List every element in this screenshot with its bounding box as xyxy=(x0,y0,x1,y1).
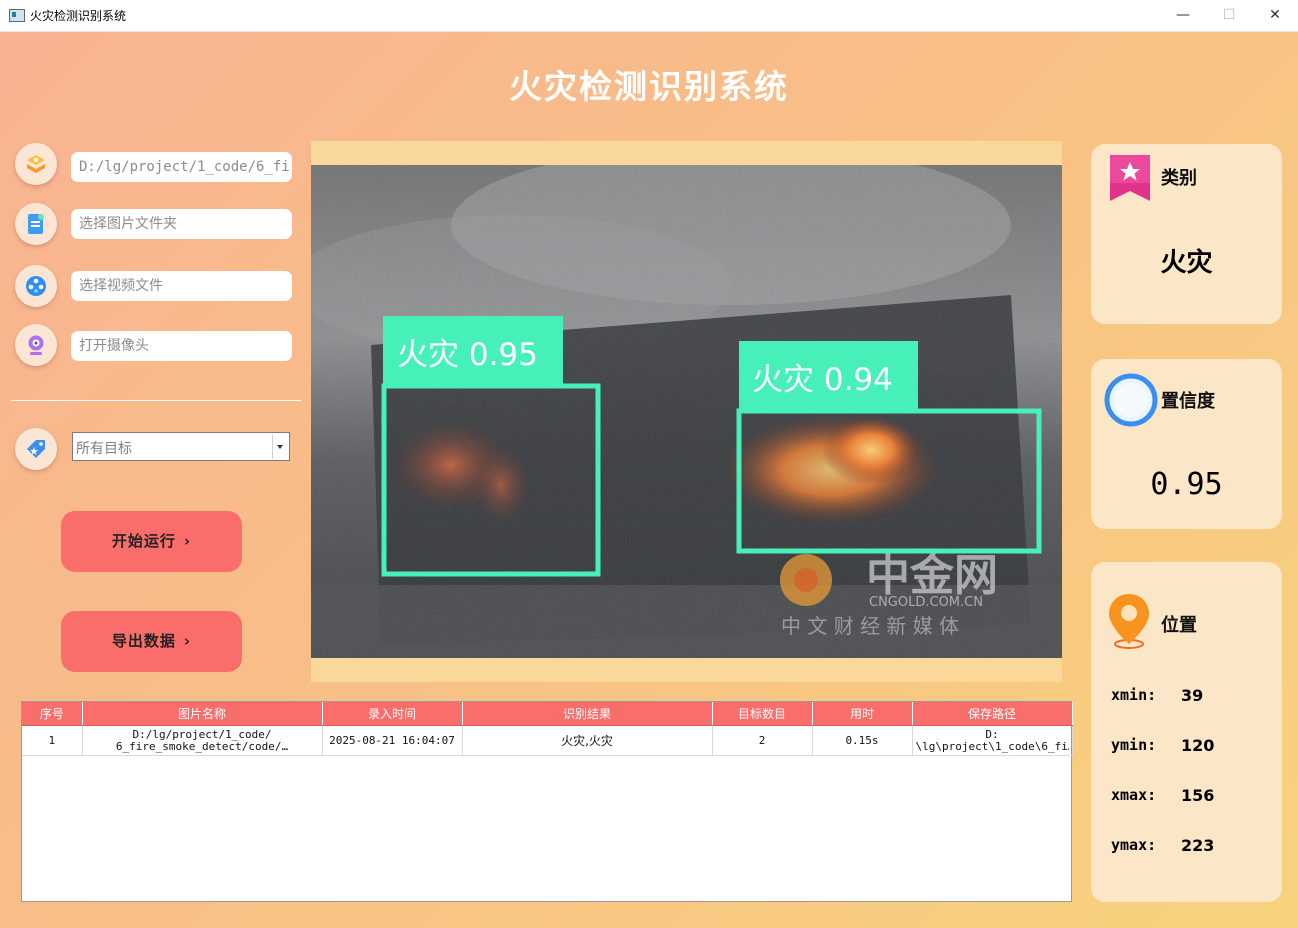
detection-label: 火灾 0.94 xyxy=(752,362,893,398)
xmin-row: xmin: 39 xyxy=(1111,686,1203,705)
close-button[interactable]: ✕ xyxy=(1252,0,1298,31)
chevron-down-icon[interactable] xyxy=(272,434,288,459)
col-header-count[interactable]: 目标数目 xyxy=(712,702,813,726)
confidence-card: 置信度 0.95 xyxy=(1091,359,1282,529)
ymin-row: ymin: 120 xyxy=(1111,736,1214,755)
position-label: 位置 xyxy=(1161,615,1197,636)
col-header-image-name[interactable]: 图片名称 xyxy=(82,702,323,726)
cell-image-name[interactable]: D:/lg/project/1_code/6_fire_smoke_detect… xyxy=(82,725,323,756)
video-file-icon[interactable] xyxy=(15,265,57,307)
minimize-button[interactable]: — xyxy=(1160,0,1206,31)
xmax-row: xmax: 156 xyxy=(1111,786,1214,805)
xmin-label: xmin: xyxy=(1111,686,1157,704)
video-file-field[interactable]: 选择视频文件 xyxy=(71,271,292,301)
col-header-save-path[interactable]: 保存路径 xyxy=(912,702,1073,726)
table-header-row: 序号 图片名称 录入时间 识别结果 目标数目 用时 保存路径 xyxy=(22,702,1073,726)
class-label: 类别 xyxy=(1161,168,1197,189)
table-row[interactable]: 1 D:/lg/project/1_code/6_fire_smoke_dete… xyxy=(22,725,1073,756)
position-card: 位置 xmin: 39 ymin: 120 xmax: 156 ymax: 22… xyxy=(1091,562,1282,902)
export-button[interactable]: 导出数据 › xyxy=(61,611,242,672)
run-button-label: 开始运行 xyxy=(111,532,176,550)
ymax-value: 223 xyxy=(1181,836,1215,855)
run-button[interactable]: 开始运行 › xyxy=(61,511,242,572)
weight-path-field[interactable]: D:/lg/project/1_code/6_fire xyxy=(71,152,292,182)
image-folder-icon[interactable] xyxy=(15,203,57,245)
window-title: 火灾检测识别系统 xyxy=(30,9,127,23)
target-select-value: 所有目标 xyxy=(76,441,132,457)
cell-time[interactable]: 2025-08-21 16:04:07 xyxy=(322,725,463,756)
bookmark-star-icon xyxy=(1110,155,1150,201)
model-weight-icon[interactable] xyxy=(15,143,57,185)
xmin-value: 39 xyxy=(1181,686,1204,705)
cell-save-path[interactable]: D: \lg\project\1_code\6_fi… xyxy=(912,725,1073,756)
cell-save-path-line1: D: xyxy=(985,727,999,741)
confidence-value: 0.95 xyxy=(1150,467,1223,502)
divider xyxy=(11,400,301,401)
watermark-slogan: 中 文 财 经 新 媒 体 xyxy=(781,614,959,638)
confidence-ring-icon xyxy=(1104,373,1158,427)
col-header-duration[interactable]: 用时 xyxy=(812,702,913,726)
col-header-index[interactable]: 序号 xyxy=(22,702,83,726)
app-title: 火灾检测识别系统 xyxy=(509,67,789,106)
target-select[interactable]: 所有目标 xyxy=(72,432,290,461)
detection-label: 火灾 0.95 xyxy=(397,337,538,373)
xmax-value: 156 xyxy=(1181,786,1215,805)
col-header-time[interactable]: 录入时间 xyxy=(322,702,463,726)
camera-icon[interactable] xyxy=(15,324,57,366)
confidence-label: 置信度 xyxy=(1161,391,1215,412)
location-pin-icon xyxy=(1109,594,1149,649)
camera-field[interactable]: 打开摄像头 xyxy=(71,331,292,361)
xmax-label: xmax: xyxy=(1111,786,1157,804)
class-value: 火灾 xyxy=(1160,248,1213,278)
app-icon xyxy=(9,9,25,22)
cell-save-path-line2: \lg\project\1_code\6_fi… xyxy=(915,740,1069,753)
col-header-result[interactable]: 识别结果 xyxy=(462,702,713,726)
cell-count[interactable]: 2 xyxy=(712,725,813,756)
cell-duration[interactable]: 0.15s xyxy=(812,725,913,756)
main-panel: 火灾检测识别系统 D:/lg/project/1_code/6_fire 选择图… xyxy=(0,32,1298,928)
tag-icon xyxy=(15,428,57,470)
results-table[interactable]: 序号 图片名称 录入时间 识别结果 目标数目 用时 保存路径 1 D:/lg/p… xyxy=(21,701,1073,902)
export-button-label: 导出数据 xyxy=(111,632,176,650)
chevron-right-icon: › xyxy=(183,532,192,550)
detection-image: 中金网 CNGOLD.COM.CN 中 文 财 经 新 媒 体 火灾 0.95 … xyxy=(311,165,1062,658)
ymax-row: ymax: 223 xyxy=(1111,836,1214,855)
cell-image-name-line2: 6_fire_smoke_detect/code/… xyxy=(115,739,289,753)
maximize-button[interactable]: ☐ xyxy=(1206,0,1252,31)
cell-result[interactable]: 火灾,火灾 xyxy=(462,725,713,756)
ymax-label: ymax: xyxy=(1111,836,1157,854)
class-card: 类别 火灾 xyxy=(1091,144,1282,324)
window-titlebar: 火灾检测识别系统 — ☐ ✕ xyxy=(0,0,1298,32)
image-folder-field[interactable]: 选择图片文件夹 xyxy=(71,209,292,239)
ymin-label: ymin: xyxy=(1111,736,1157,754)
image-display-panel: 中金网 CNGOLD.COM.CN 中 文 财 经 新 媒 体 火灾 0.95 … xyxy=(311,141,1062,682)
ymin-value: 120 xyxy=(1181,736,1215,755)
cell-index[interactable]: 1 xyxy=(22,725,83,756)
chevron-right-icon: › xyxy=(183,632,192,650)
watermark-brand: 中金网 xyxy=(866,550,998,601)
watermark-domain: CNGOLD.COM.CN xyxy=(869,595,983,610)
cell-image-name-line1: D:/lg/project/1_code/ xyxy=(132,727,272,741)
